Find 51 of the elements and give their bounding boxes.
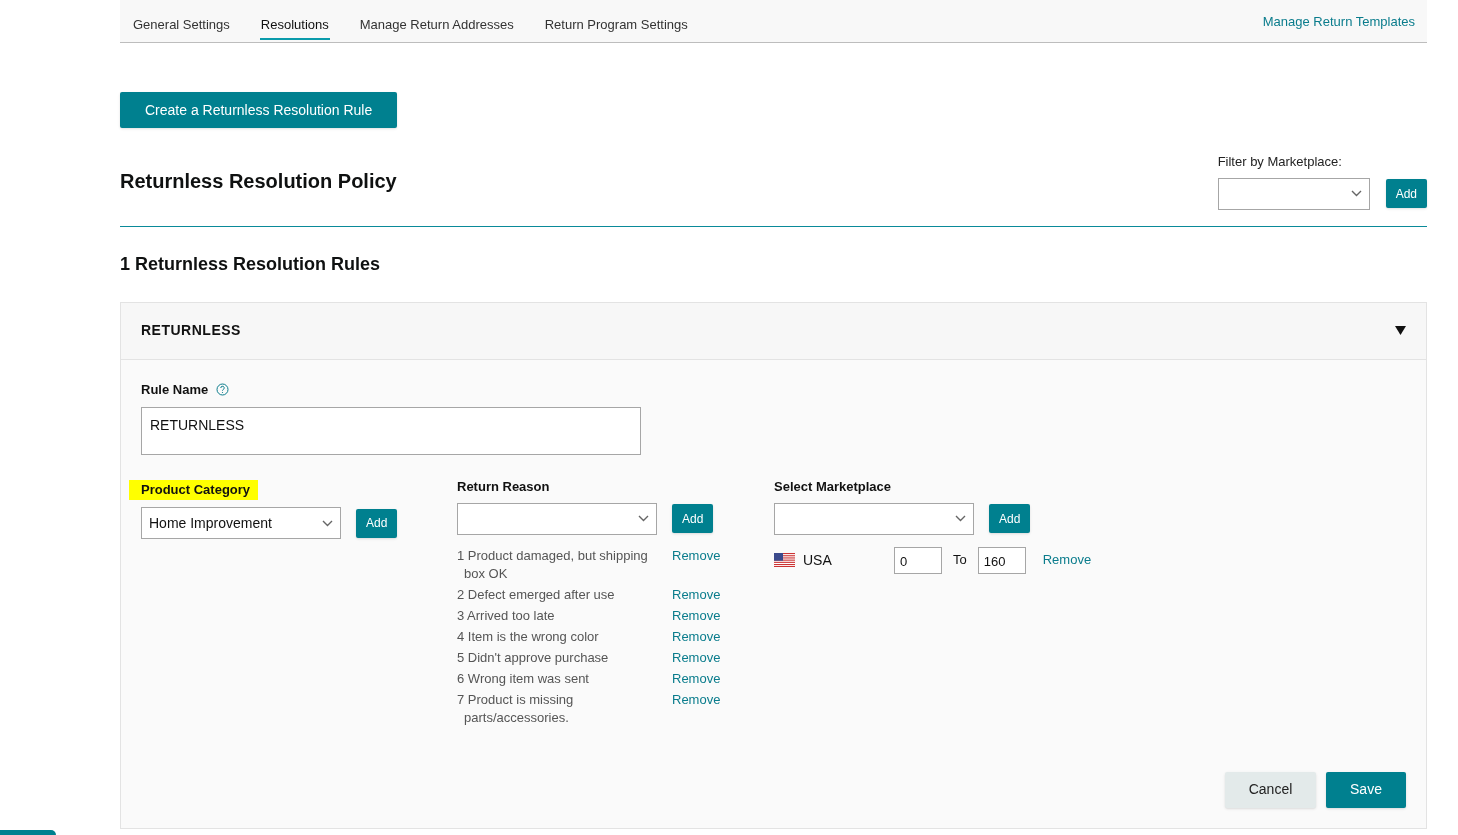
remove-link[interactable]: Remove: [672, 690, 721, 709]
add-button[interactable]: Add: [989, 504, 1031, 533]
caret-down-icon: [1395, 326, 1406, 335]
remove-link[interactable]: Remove: [672, 606, 721, 625]
policy-title: Returnless Resolution Policy: [120, 168, 397, 194]
marketplace-name: USA: [803, 550, 833, 570]
marketplace-select[interactable]: [774, 502, 974, 535]
tab[interactable]: General Settings: [132, 0, 231, 40]
chevron-down-icon: [638, 515, 649, 522]
tab[interactable]: Resolutions: [259, 0, 330, 40]
add-button[interactable]: Add: [356, 508, 398, 538]
range-to-input[interactable]: 160: [977, 546, 1026, 574]
remove-link[interactable]: Remove: [672, 648, 721, 667]
remove-link[interactable]: Remove: [672, 669, 721, 688]
chevron-down-icon: [1350, 190, 1362, 197]
chevron-down-icon: [955, 515, 966, 522]
add-button[interactable]: Add: [672, 504, 714, 533]
flag-icon: [774, 553, 795, 567]
create-rule-button[interactable]: Create a Returnless Resolution Rule: [120, 92, 398, 128]
return-reason-text: 5 Didn't approve purchase: [457, 648, 610, 667]
help-icon: [216, 382, 230, 396]
return-reason-label: Return Reason: [457, 478, 551, 496]
rule-header-title: RETURNLESS: [141, 321, 241, 340]
remove-link[interactable]: Remove: [672, 546, 721, 565]
return-reason-text: 4 Item is the wrong color: [457, 627, 600, 646]
filter-label: Filter by Marketplace:: [1217, 153, 1343, 171]
chevron-down-icon: [322, 519, 333, 527]
select-marketplace-label: Select Marketplace: [774, 478, 893, 496]
return-reason-text: 2 Defect emerged after use: [457, 585, 616, 604]
rule-name-input[interactable]: RETURNLESS: [141, 407, 641, 455]
return-reason-text: 1 Product damaged, but shipping box OK: [457, 546, 649, 583]
rules-count-title: 1 Returnless Resolution Rules: [120, 252, 382, 276]
remove-link[interactable]: Remove: [672, 627, 721, 646]
remove-link[interactable]: Remove: [1042, 550, 1092, 570]
cancel-button[interactable]: Cancel: [1225, 771, 1316, 808]
product-category-label: Product Category: [129, 480, 259, 500]
product-category-select[interactable]: Home Improvement: [141, 507, 341, 539]
manage-templates-link[interactable]: Manage Return Templates: [1262, 0, 1415, 42]
return-reason-text: 7 Product is missing parts/accessories.: [457, 690, 575, 727]
tab[interactable]: Manage Return Addresses: [358, 0, 515, 40]
range-to-label: To: [953, 551, 967, 570]
return-reason-select[interactable]: [457, 502, 657, 535]
rule-name-label: Rule Name: [141, 380, 209, 399]
tab[interactable]: Return Program Settings: [543, 0, 689, 40]
marketplace-filter-select[interactable]: [1217, 177, 1370, 210]
return-reason-text: 3 Arrived too late: [457, 606, 556, 625]
save-button[interactable]: Save: [1326, 771, 1406, 808]
return-reason-text: 6 Wrong item was sent: [457, 669, 590, 688]
add-button[interactable]: Add: [1385, 179, 1427, 208]
range-from-input[interactable]: 0: [894, 546, 942, 574]
remove-link[interactable]: Remove: [672, 585, 721, 604]
